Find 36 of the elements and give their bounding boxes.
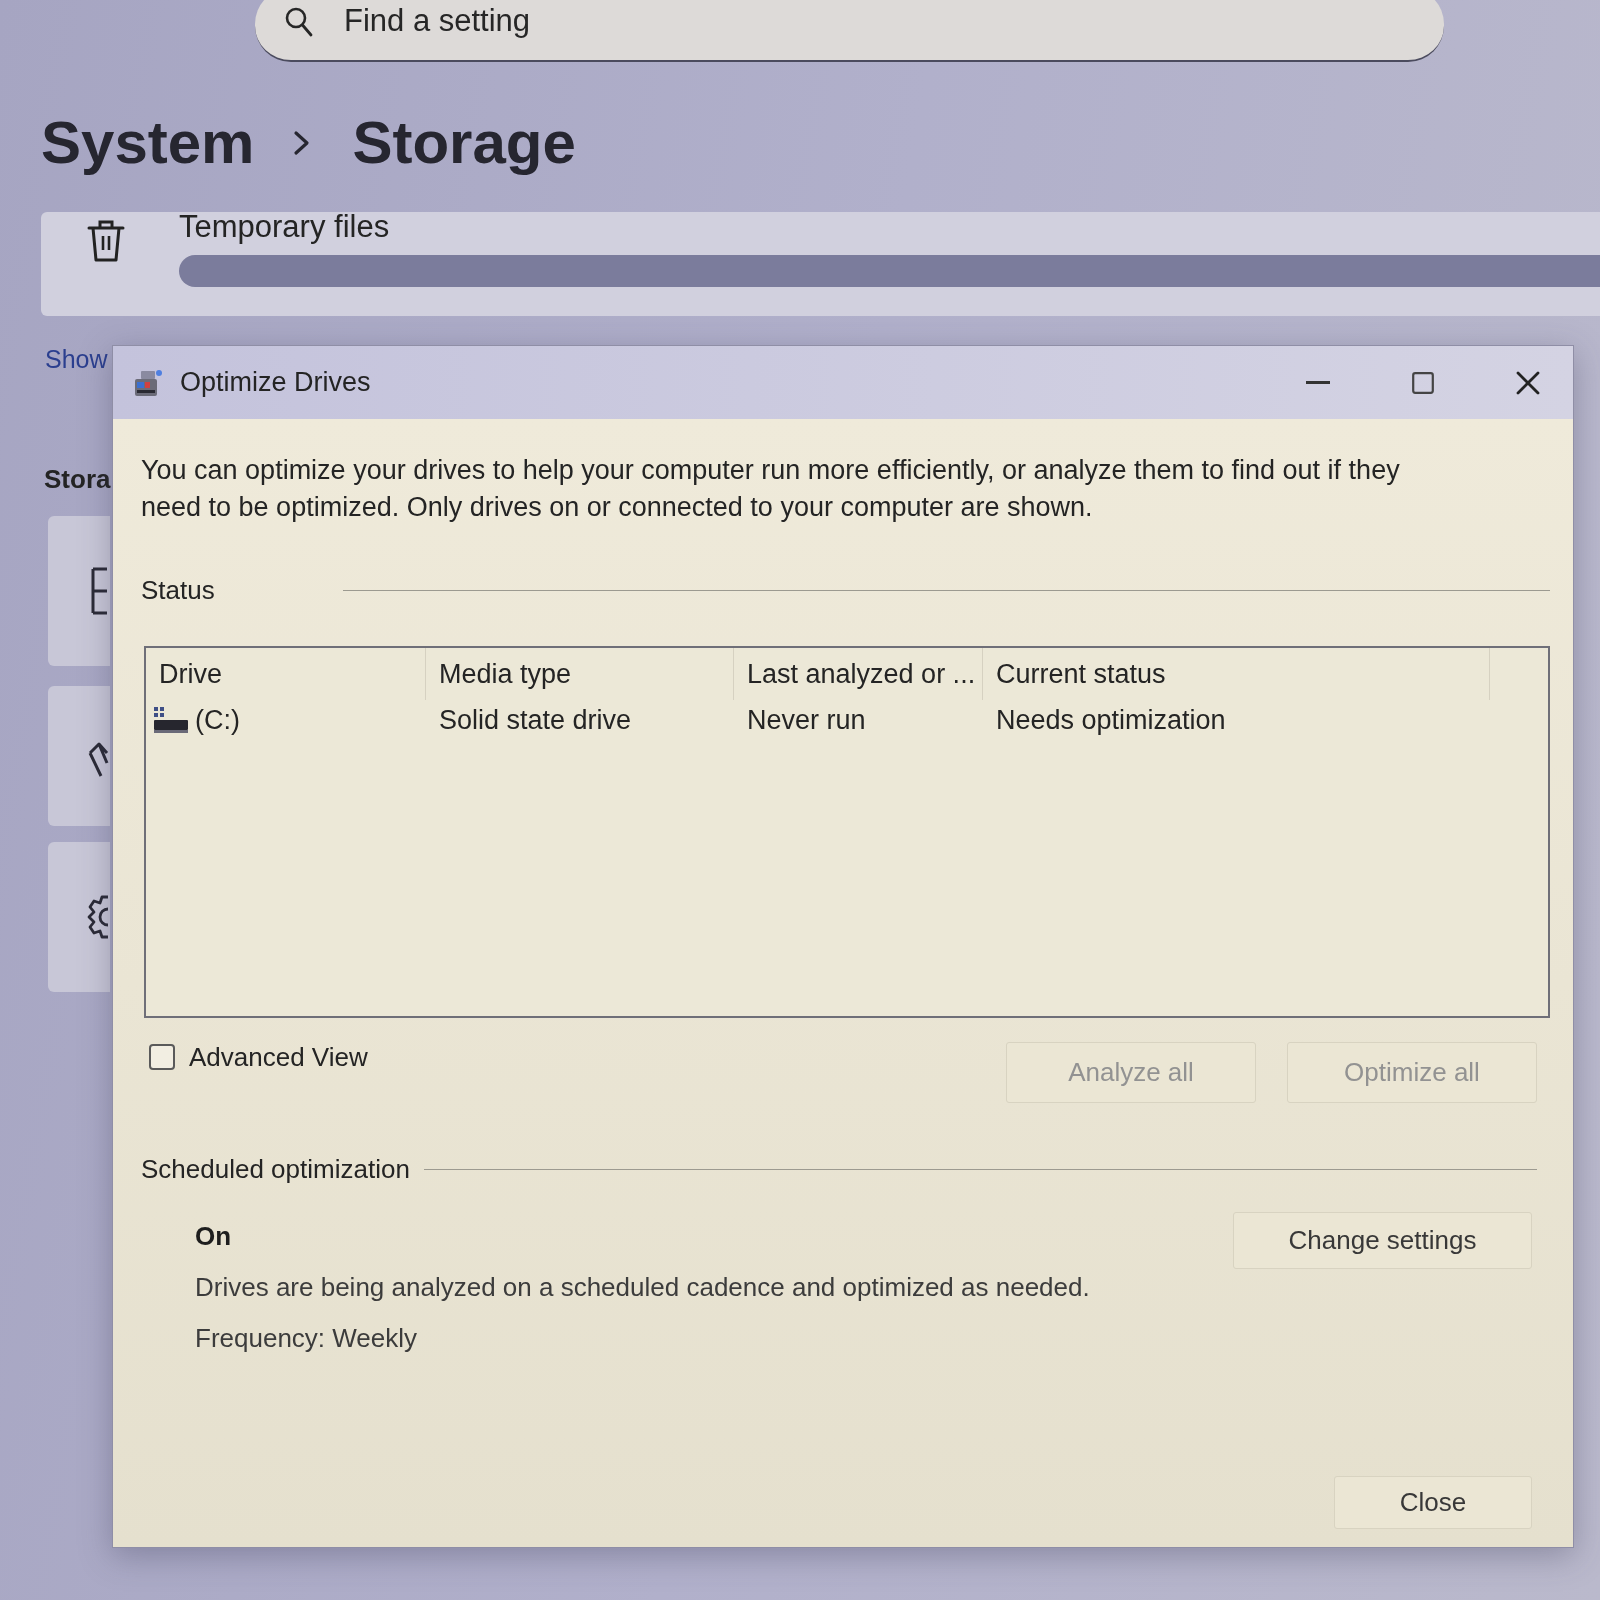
table-cell: Never run [747, 704, 866, 736]
gear-icon [87, 894, 109, 940]
table-cell: Solid state drive [439, 704, 632, 736]
close-icon [1516, 370, 1540, 395]
column-header[interactable]: Drive [146, 648, 426, 700]
table-cell: (C:) [195, 704, 240, 736]
schedule-description: Drives are being analyzed on a scheduled cadence and optimized as needed. [195, 1271, 1090, 1304]
minimize-icon [1306, 381, 1330, 384]
table-row[interactable]: (C:) Solid state drive Never run Needs optimization [146, 700, 1548, 740]
section-label: Scheduled optimization [141, 1153, 410, 1185]
category-label: Temporary files [179, 210, 390, 244]
column-header[interactable]: Media type [426, 648, 734, 700]
search-field[interactable]: Find a setting [255, 0, 1444, 62]
section-heading: Stora [44, 463, 111, 496]
schedule-status: On [195, 1220, 232, 1253]
link[interactable]: Show [45, 344, 108, 374]
change-settings-button[interactable]: Change settings [1233, 1212, 1532, 1269]
column-header[interactable]: Current status [983, 648, 1490, 700]
schedule-frequency: Frequency: Weekly [195, 1322, 418, 1355]
checkbox-label[interactable]: Advanced View [189, 1042, 368, 1072]
breadcrumb-item[interactable]: System [41, 107, 255, 179]
tag-icon [87, 741, 109, 779]
breadcrumb-item: Storage [352, 108, 576, 178]
search-icon [285, 7, 313, 37]
close-dialog-button[interactable]: Close [1334, 1476, 1532, 1529]
section-label: Status [141, 574, 215, 606]
column-header[interactable]: Last analyzed or ... [734, 648, 983, 700]
description-text: You can optimize your drives to help your computer run more efficiently, or analyze them to find out if they need to be optimized. Only drives on or connected to your computer are shown. [141, 454, 1401, 524]
list-icon [89, 567, 109, 615]
table-cell: Needs optimization [996, 704, 1226, 736]
checkbox[interactable] [149, 1044, 175, 1070]
trash-icon [87, 219, 125, 263]
storage-category-card[interactable]: Temporary files [41, 212, 1600, 316]
window-title: Optimize Drives [180, 367, 371, 398]
maximize-icon [1412, 371, 1434, 394]
drive-icon [154, 707, 188, 733]
